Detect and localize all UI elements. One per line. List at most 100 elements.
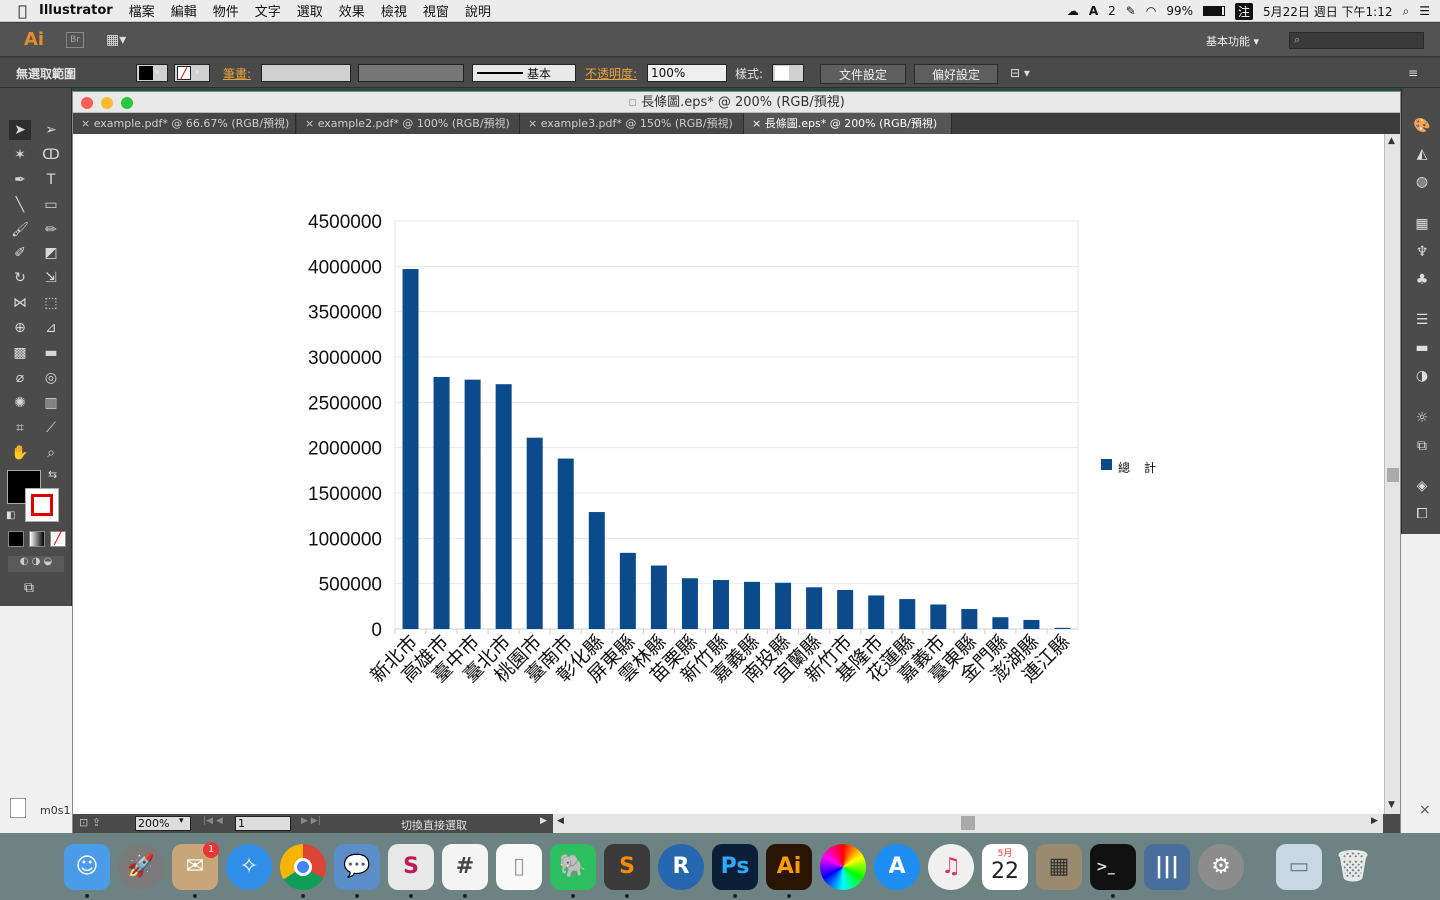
pencil-tool-icon[interactable]: ✏ (40, 220, 62, 240)
symbol-sprayer-tool-icon[interactable]: ✺ (9, 393, 31, 413)
arrange-icon[interactable]: ⊟ ▾ (1010, 64, 1030, 82)
finder-icon[interactable]: ☺ (64, 844, 110, 890)
color-themes-icon[interactable]: ◍ (1412, 172, 1432, 192)
vertical-scrollbar[interactable]: ▲ ▼ (1384, 134, 1400, 814)
appearance-icon[interactable]: ☼ (1412, 408, 1432, 428)
document-tab[interactable]: × example2.pdf* @ 100% (RGB/預視) (297, 113, 520, 134)
document-tab[interactable]: × example.pdf* @ 66.67% (RGB/預視) (73, 113, 296, 134)
slack-icon[interactable]: S (388, 844, 434, 890)
artboard-number-field[interactable]: 1 (235, 816, 291, 831)
horizontal-scroll-thumb[interactable] (961, 816, 975, 830)
hand-tool-icon[interactable]: ✋ (9, 443, 31, 463)
terminal-icon[interactable]: >_ (1090, 844, 1136, 890)
stroke-label[interactable]: 筆畫: (223, 64, 251, 82)
gradient-tool-icon[interactable]: ▬ (40, 343, 62, 363)
eraser-tool-icon[interactable]: ◩ (40, 243, 62, 263)
documents-folder-icon[interactable]: ▭ (1276, 844, 1322, 890)
none-mode-icon[interactable]: ╱ (50, 531, 66, 547)
default-colors-icon[interactable]: ◧ (6, 510, 15, 521)
scroll-up-icon[interactable]: ▲ (1388, 136, 1395, 146)
width-tool-icon[interactable]: ⋈ (9, 293, 31, 313)
close-icon[interactable]: × (1419, 802, 1431, 818)
stroke-weight-field[interactable] (261, 64, 351, 82)
evernote-icon[interactable]: ✎ (1126, 4, 1136, 18)
paintbrush-tool-icon[interactable]: 🖌 (9, 220, 31, 240)
horizontal-scrollbar[interactable]: ◀ ▶ (553, 814, 1383, 833)
status-menu-icon[interactable]: ▶ (540, 816, 547, 826)
evernote-app-icon[interactable]: 🐘 (550, 844, 596, 890)
pen-tool-icon[interactable]: ✒ (9, 170, 31, 190)
selection-tool-icon[interactable]: ➤ (9, 120, 31, 140)
menu-view[interactable]: 檢視 (373, 1, 415, 20)
brushes-icon[interactable]: ♆ (1412, 242, 1432, 262)
panel-menu-icon[interactable]: ≡ (1408, 64, 1418, 82)
menu-edit[interactable]: 編輯 (163, 1, 205, 20)
menu-object[interactable]: 物件 (205, 1, 247, 20)
stroke-style-dropdown[interactable]: 基本 (472, 64, 576, 82)
launchpad-icon[interactable]: 🚀 (118, 844, 164, 890)
books-icon[interactable]: ||| (1144, 844, 1190, 890)
eyedropper-tool-icon[interactable]: ⌀ (9, 368, 31, 388)
menu-effect[interactable]: 效果 (331, 1, 373, 20)
color-picker-icon[interactable] (820, 844, 866, 890)
perspective-grid-tool-icon[interactable]: ⊿ (40, 318, 62, 338)
input-method-icon[interactable]: 注 (1235, 2, 1254, 20)
scroll-thumb[interactable] (1387, 468, 1399, 482)
battery-icon[interactable] (1203, 6, 1225, 16)
artboard-nav-prev[interactable]: |◀ ◀ (203, 816, 223, 826)
menu-app-name[interactable]: Illustrator (35, 3, 121, 18)
r-app-icon[interactable]: R (658, 844, 704, 890)
menu-help[interactable]: 說明 (457, 1, 499, 20)
variable-width-dropdown[interactable] (358, 64, 464, 82)
magic-wand-tool-icon[interactable]: ✶ (9, 145, 31, 165)
chrome-icon[interactable] (280, 844, 326, 890)
system-preferences-icon[interactable]: ⚙ (1198, 844, 1244, 890)
color-mode-icon[interactable] (8, 531, 24, 547)
workspace-switcher[interactable]: 基本功能 ▾ (1206, 33, 1259, 49)
stroke-panel-icon[interactable]: ☰ (1412, 310, 1432, 330)
layers-icon[interactable]: ◈ (1412, 476, 1432, 496)
scale-tool-icon[interactable]: ⇲ (40, 268, 62, 288)
swatches-icon[interactable]: ▦ (1412, 214, 1432, 234)
type-tool-icon[interactable]: T (40, 170, 62, 190)
draw-mode-icon[interactable]: ◐ ◑ ◒ (8, 556, 64, 572)
calendar-icon[interactable]: 5月 22 (982, 844, 1028, 890)
calculator-icon[interactable]: ▦ (1036, 844, 1082, 890)
slice-tool-icon[interactable]: ⟋ (40, 418, 62, 438)
free-transform-tool-icon[interactable]: ⬚ (40, 293, 62, 313)
illustrator-icon[interactable]: Ai (766, 844, 812, 890)
textedit-icon[interactable]: ▯ (496, 844, 542, 890)
app-store-icon[interactable]: A (874, 844, 920, 890)
graphic-styles-icon[interactable]: ⧉ (1412, 436, 1432, 456)
swap-colors-icon[interactable]: ⇆ (48, 468, 57, 481)
menu-window[interactable]: 視窗 (415, 1, 457, 20)
scroll-left-icon[interactable]: ◀ (557, 816, 564, 826)
menu-file[interactable]: 檔案 (121, 1, 163, 20)
direct-selection-tool-icon[interactable]: ➢ (40, 120, 62, 140)
notification-icon[interactable]: ☰ (1419, 4, 1430, 18)
bar-chart[interactable]: 0 500000 1000000 1500000 2000000 2500000 30000… (74, 134, 1384, 814)
mesh-tool-icon[interactable]: ▩ (9, 343, 31, 363)
messages-icon[interactable]: 💬 (334, 844, 380, 890)
color-guide-icon[interactable]: ◭ (1412, 144, 1432, 164)
preferences-button[interactable]: 偏好設定 (914, 64, 998, 84)
scroll-right-icon[interactable]: ▶ (1371, 816, 1378, 826)
lasso-tool-icon[interactable]: ↀ (40, 145, 62, 165)
cloud-icon[interactable]: ☁ (1067, 4, 1079, 18)
itunes-icon[interactable]: ♫ (928, 844, 974, 890)
transparency-icon[interactable]: ◑ (1412, 366, 1432, 386)
artboard-canvas[interactable]: 0 500000 1000000 1500000 2000000 2500000 30000… (74, 134, 1384, 814)
hashtag-app-icon[interactable]: # (442, 844, 488, 890)
spotlight-icon[interactable]: ⌕ (1403, 4, 1410, 19)
search-input[interactable]: ⌕ (1289, 32, 1424, 49)
status-text[interactable]: 切換直接選取 (401, 817, 467, 833)
safari-icon[interactable]: ✧ (226, 844, 272, 890)
photoshop-icon[interactable]: Ps (712, 844, 758, 890)
menu-type[interactable]: 文字 (247, 1, 289, 20)
adobe-icon[interactable]: A (1089, 4, 1098, 18)
symbols-icon[interactable]: ♣ (1412, 270, 1432, 290)
sublime-icon[interactable]: S (604, 844, 650, 890)
zoom-tool-icon[interactable]: ⌕ (40, 443, 62, 463)
fill-swatch[interactable]: ▾ (136, 64, 168, 82)
arrange-documents-icon[interactable]: ▦▾ (106, 32, 132, 48)
